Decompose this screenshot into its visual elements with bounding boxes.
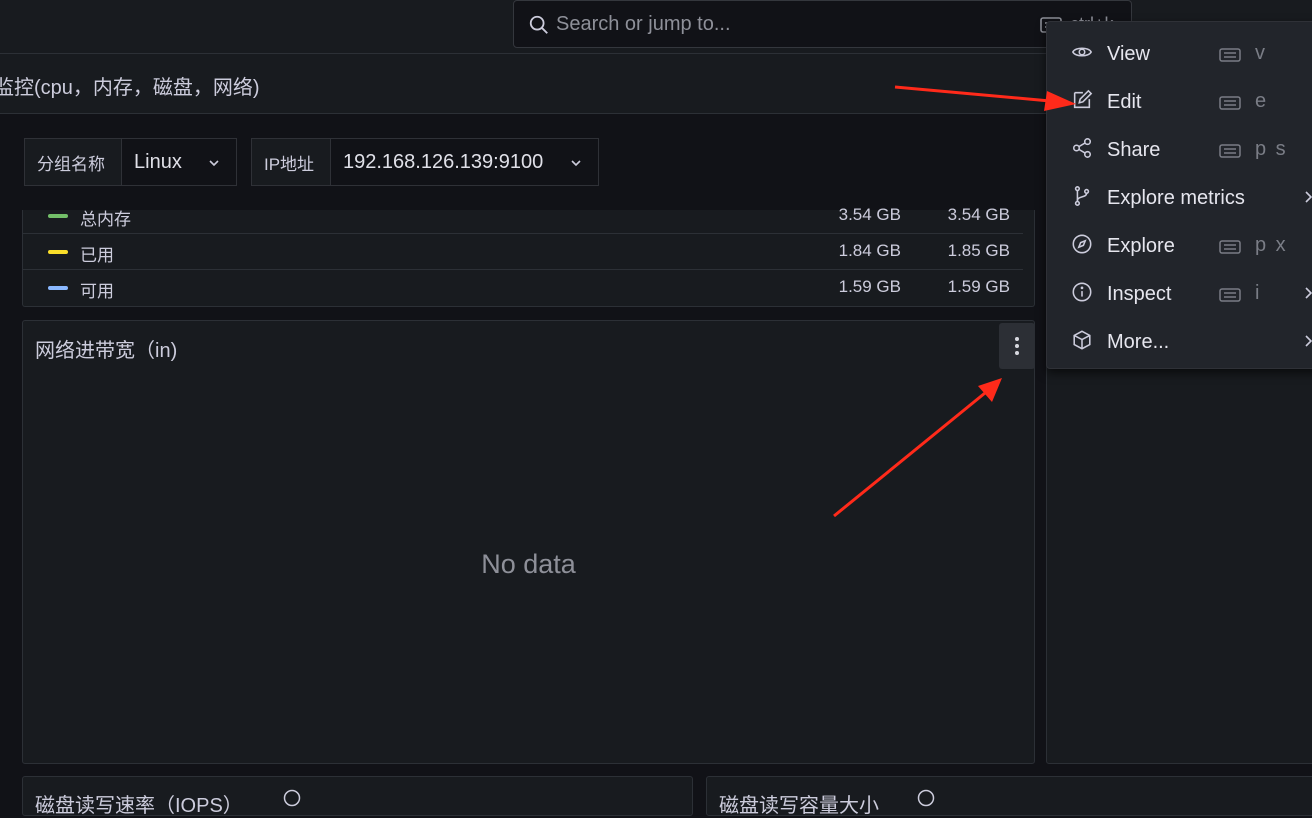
legend-row[interactable]: 可用 1.59 GB 1.59 GB	[23, 270, 1023, 306]
legend-name: 总内存	[80, 210, 131, 229]
menu-item-shortcut: v	[1255, 42, 1267, 64]
legend-value: 1.85 GB	[947, 241, 1010, 260]
menu-item-shortcut: e	[1255, 90, 1269, 112]
menu-item-label: Explore metrics	[1107, 187, 1245, 209]
legend-value: 3.54 GB	[947, 205, 1010, 224]
legend-value: 1.84 GB	[838, 241, 901, 260]
panel-title[interactable]: 网络进带宽（in)	[35, 334, 177, 363]
search-icon	[529, 15, 548, 34]
panel-title[interactable]: 磁盘读写速率（IOPS）	[35, 789, 243, 818]
info-icon[interactable]	[917, 789, 935, 807]
dashboard-title[interactable]: 监控(cpu，内存，磁盘，网络)	[0, 71, 260, 100]
legend-value: 3.54 GB	[838, 205, 901, 224]
network-in-panel: 网络进带宽（in) No data	[22, 320, 1035, 764]
legend-name: 可用	[80, 282, 114, 301]
chevron-down-icon	[209, 160, 219, 167]
variable-select-ip[interactable]: 192.168.126.139:9100	[330, 138, 599, 186]
variable-select-group[interactable]: Linux	[121, 138, 237, 186]
disk-capacity-panel: 磁盘读写容量大小	[706, 776, 1312, 818]
edit-icon	[1073, 89, 1093, 109]
info-circle-icon	[1072, 282, 1092, 302]
menu-item-explore-metrics[interactable]: Explore metrics	[1047, 171, 1312, 219]
menu-item-shortcut: i	[1255, 282, 1262, 304]
panel-menu-button[interactable]	[999, 323, 1035, 369]
menu-item-label: More...	[1107, 331, 1170, 353]
keyboard-icon	[1219, 48, 1241, 62]
chevron-right-icon	[1305, 191, 1312, 203]
kebab-icon	[1015, 337, 1019, 341]
legend-color-swatch	[48, 250, 68, 254]
menu-item-label: View	[1107, 43, 1150, 65]
search-placeholder: Search or jump to...	[556, 13, 731, 35]
search-bar[interactable]: Search or jump to... ctrl+k	[513, 0, 1132, 48]
kebab-icon	[1015, 344, 1019, 348]
chevron-right-icon	[1305, 287, 1312, 299]
menu-item-label: Inspect	[1107, 283, 1172, 305]
no-data-message: No data	[481, 549, 576, 579]
variable-label-group: 分组名称	[24, 138, 122, 186]
share-icon	[1072, 138, 1092, 158]
menu-item-shortcut: p s	[1255, 138, 1288, 160]
disk-iops-panel: 磁盘读写速率（IOPS）	[22, 776, 693, 818]
keyboard-icon	[1219, 144, 1241, 158]
panel-context-menu: View v Edit e Share p s Explore metrics	[1046, 21, 1312, 369]
keyboard-icon	[1219, 96, 1241, 110]
legend-name: 已用	[80, 246, 114, 265]
panel-title[interactable]: 磁盘读写容量大小	[719, 789, 879, 818]
variable-value-group: Linux	[134, 150, 182, 173]
menu-item-inspect[interactable]: Inspect i	[1047, 267, 1312, 315]
keyboard-icon	[1219, 240, 1241, 254]
menu-item-share[interactable]: Share p s	[1047, 123, 1312, 171]
info-icon[interactable]	[283, 789, 301, 807]
eye-icon	[1071, 47, 1093, 57]
menu-item-shortcut: p x	[1255, 234, 1288, 256]
compass-icon	[1072, 234, 1092, 254]
menu-item-view[interactable]: View v	[1047, 27, 1312, 75]
memory-legend-panel: 总内存 3.54 GB 3.54 GB 已用 1.84 GB 1.85 GB 可…	[22, 205, 1035, 307]
cube-icon	[1073, 330, 1091, 350]
code-branch-icon	[1074, 186, 1090, 206]
side-panel	[1046, 320, 1312, 764]
legend-color-swatch	[48, 286, 68, 290]
menu-item-explore[interactable]: Explore p x	[1047, 219, 1312, 267]
legend-row[interactable]: 已用 1.84 GB 1.85 GB	[23, 234, 1023, 270]
chevron-down-icon	[571, 160, 581, 167]
menu-item-label: Share	[1107, 139, 1161, 161]
menu-item-label: Explore	[1107, 235, 1175, 257]
legend-color-swatch	[48, 214, 68, 218]
menu-item-edit[interactable]: Edit e	[1047, 75, 1312, 123]
variable-label-ip: IP地址	[251, 138, 331, 186]
legend-value: 1.59 GB	[838, 277, 901, 296]
menu-item-more[interactable]: More...	[1047, 315, 1312, 363]
chevron-right-icon	[1305, 335, 1312, 347]
menu-item-label: Edit	[1107, 91, 1142, 113]
keyboard-icon	[1219, 288, 1241, 302]
variable-value-ip: 192.168.126.139:9100	[343, 150, 544, 173]
legend-value: 1.59 GB	[947, 277, 1010, 296]
kebab-icon	[1015, 351, 1019, 355]
legend-row[interactable]: 总内存 3.54 GB 3.54 GB	[23, 198, 1023, 234]
